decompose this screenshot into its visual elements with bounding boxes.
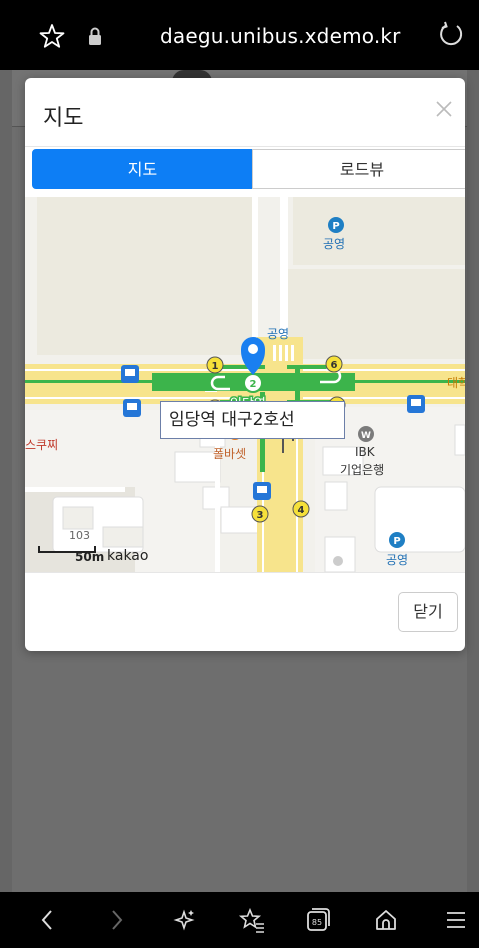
browser-bottom-bar: 85	[0, 892, 479, 948]
building-label: 103	[69, 529, 90, 542]
back-icon[interactable]	[34, 906, 62, 934]
divider	[25, 146, 465, 147]
poi-label: 스쿠찌	[25, 438, 58, 452]
star-icon[interactable]	[38, 22, 66, 50]
map-provider: kakao	[107, 548, 149, 564]
map-scale: 50m	[75, 550, 105, 564]
parking-label: 공영	[267, 327, 289, 341]
tab-map[interactable]: 지도	[32, 149, 253, 189]
background-edge	[467, 70, 479, 892]
parking-label: 공영	[386, 553, 408, 567]
map-modal: 지도 지도 로드뷰 2 1 3 4 6 P P W 공영 공영 대학 스쿠찌 폴…	[25, 78, 465, 651]
svg-text:W: W	[361, 431, 371, 441]
bus-stop-icon[interactable]	[407, 395, 425, 413]
bank-label: IBK	[355, 445, 376, 459]
browser-top-bar: daegu.unibus.xdemo.kr	[0, 0, 479, 70]
exit-1-label: 1	[212, 361, 219, 372]
bus-stop-icon[interactable]	[121, 365, 139, 383]
bus-stop-icon[interactable]	[123, 399, 141, 417]
menu-icon[interactable]	[442, 906, 470, 934]
url-bar[interactable]: daegu.unibus.xdemo.kr	[160, 24, 401, 48]
road-label: 대학로	[447, 376, 465, 390]
bookmarks-icon[interactable]	[238, 906, 266, 934]
bus-stop-icon[interactable]	[253, 482, 271, 500]
svg-text:P: P	[393, 536, 400, 547]
parking-label: 공영	[323, 237, 345, 251]
reload-icon[interactable]	[436, 20, 466, 50]
close-button[interactable]: 닫기	[398, 592, 458, 632]
background-edge	[0, 70, 12, 892]
exit-6-label: 6	[331, 360, 338, 371]
view-tabs: 지도 로드뷰	[32, 149, 465, 190]
close-icon[interactable]	[433, 98, 455, 120]
tabs-icon[interactable]: 85	[304, 906, 332, 934]
poi-label: 폴바셋	[213, 447, 246, 461]
modal-title: 지도	[43, 106, 84, 131]
exit-3-label: 3	[257, 510, 264, 521]
sparkle-icon[interactable]	[170, 906, 198, 934]
station-info-label: 임당역 대구2호선	[160, 401, 345, 439]
exit-4-label: 4	[298, 505, 305, 516]
bank-label: 기업은행	[340, 462, 384, 477]
svg-text:2: 2	[250, 379, 257, 390]
forward-icon[interactable]	[102, 906, 130, 934]
tab-roadview[interactable]: 로드뷰	[252, 149, 465, 189]
map-canvas[interactable]: 2 1 2 3	[25, 197, 465, 572]
svg-text:P: P	[332, 221, 339, 232]
lock-icon	[89, 27, 101, 45]
map-view[interactable]: 2 1 2 3	[25, 197, 465, 572]
home-icon[interactable]	[372, 906, 400, 934]
tab-count: 85	[312, 918, 322, 927]
divider	[25, 572, 465, 573]
